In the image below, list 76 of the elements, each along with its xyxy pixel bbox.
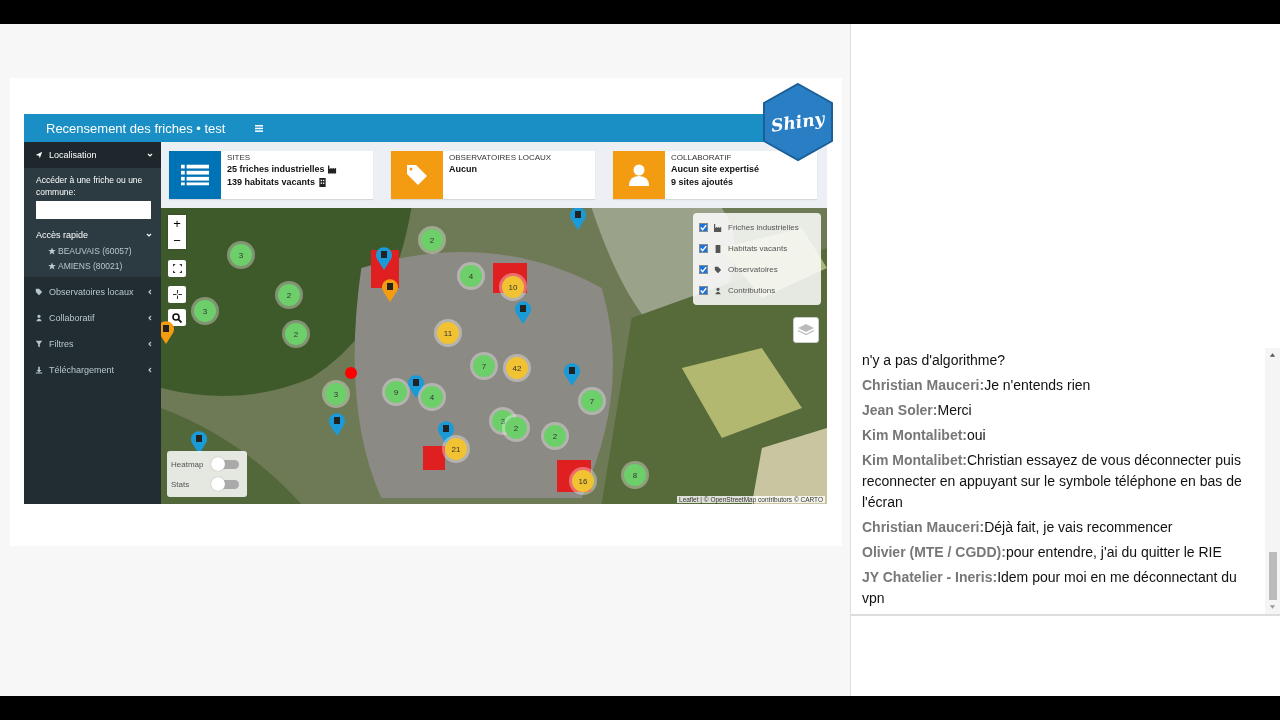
crosshair-icon	[172, 290, 182, 299]
expand-icon	[172, 264, 182, 273]
layer-checkbox[interactable]	[699, 286, 708, 295]
star-icon	[48, 246, 56, 255]
zoom-out-button[interactable]: −	[168, 232, 186, 249]
info-box-value: Aucun	[449, 163, 477, 176]
layer-checkbox[interactable]	[699, 265, 708, 274]
fullscreen-button[interactable]	[168, 260, 186, 277]
shiny-logo: Shiny	[762, 82, 834, 162]
tag-icon	[35, 288, 43, 296]
chat-message: Olivier (MTE / CGDD):pour entendre, j'ai du quitter le RIE	[862, 543, 1223, 562]
quick-access-item[interactable]: BEAUVAIS (60057)	[36, 243, 152, 258]
info-box-value: 139 habitats vacants	[227, 176, 316, 189]
chevron-left-icon	[147, 315, 153, 321]
quick-access-header[interactable]: Accès rapide	[36, 227, 152, 243]
chevron-left-icon	[147, 289, 153, 295]
toggle-label: Stats	[171, 479, 191, 489]
chat-message: Kim Montalibet:Christian essayez de vous déconnecter puis reconnecter en appuyant sur le symbole téléphone en bas de l'écran	[862, 451, 1243, 512]
search-field[interactable]	[36, 201, 151, 219]
toggle-switch[interactable]	[213, 459, 239, 469]
chat-message: Christian Mauceri:Déjà fait, je vais recommencer	[862, 518, 1174, 537]
zoom-in-button[interactable]: +	[168, 215, 186, 232]
building-icon	[714, 244, 722, 253]
app-title: Recensement des friches • test	[46, 120, 226, 136]
info-box-title: OBSERVATOIRES LOCAUX	[449, 153, 552, 162]
layer-label: Observatoires	[728, 265, 778, 274]
toggle-label: Heatmap	[171, 459, 205, 469]
scroll-down-icon[interactable]	[1269, 604, 1276, 610]
quick-access-item[interactable]: AMIENS (80021)	[36, 258, 152, 273]
info-box-value: Aucun site expertisé	[671, 163, 760, 176]
info-box-value: 9 sites ajoutés	[671, 176, 734, 189]
scrollbar-thumb[interactable]	[1268, 552, 1277, 600]
factory-icon	[327, 165, 337, 174]
user-icon	[35, 314, 43, 322]
factory-icon	[714, 223, 722, 232]
chevron-left-icon	[147, 367, 153, 373]
map-pin-icon[interactable]	[161, 320, 175, 344]
chevron-down-icon	[147, 152, 153, 158]
layers-icon	[798, 324, 814, 336]
sidebar-item[interactable]: Collaboratif	[24, 305, 161, 331]
map-pin-icon[interactable]	[407, 374, 425, 398]
layer-label: Contributions	[728, 286, 776, 295]
layer-label: Habitats vacants	[728, 244, 788, 253]
toggle-switch[interactable]	[213, 479, 239, 489]
chat-message: Kim Montalibet:oui	[862, 426, 987, 445]
map-pin-icon[interactable]	[381, 278, 399, 302]
info-box-title: COLLABORATIF	[671, 153, 733, 162]
sidebar-item[interactable]: Localisation	[24, 142, 161, 168]
scrollbar[interactable]	[1265, 348, 1280, 614]
chat-message: JY Chatelier - Ineris:Idem pour moi en me déconnectant du vpn	[862, 568, 1238, 608]
info-box-value: 25 friches industrielles	[227, 163, 325, 176]
layer-label: Friches industrielles	[728, 223, 799, 232]
download-icon	[35, 366, 43, 374]
star-icon	[48, 261, 56, 270]
map-pin-icon[interactable]	[437, 420, 455, 444]
menu-icon[interactable]	[255, 124, 264, 132]
chat-message: Jean Soler:Merci	[862, 401, 973, 420]
layer-checkbox[interactable]	[699, 223, 708, 232]
scroll-up-icon[interactable]	[1269, 352, 1276, 358]
info-box-title: SITES	[227, 153, 252, 162]
chat-message: n'y a pas d'algorithme?	[862, 351, 1007, 370]
building-icon	[318, 178, 328, 187]
filter-icon	[35, 340, 43, 348]
search-icon	[172, 312, 182, 323]
chat-message: Christian Mauceri:Je n'entends rien	[862, 376, 1092, 395]
sidebar-item[interactable]: Filtres	[24, 331, 161, 357]
locate-button[interactable]	[168, 286, 186, 303]
plane-icon	[35, 151, 43, 159]
layer-checkbox[interactable]	[699, 244, 708, 253]
chevron-left-icon	[147, 341, 153, 347]
chevron-down-icon	[146, 232, 152, 238]
search-label: Accéder à une friche ou une commune:	[36, 174, 144, 198]
sidebar-item[interactable]: Observatoires locaux	[24, 279, 161, 305]
user-icon	[714, 286, 722, 295]
sidebar-item[interactable]: Téléchargement	[24, 357, 161, 383]
search-button[interactable]	[168, 309, 186, 326]
